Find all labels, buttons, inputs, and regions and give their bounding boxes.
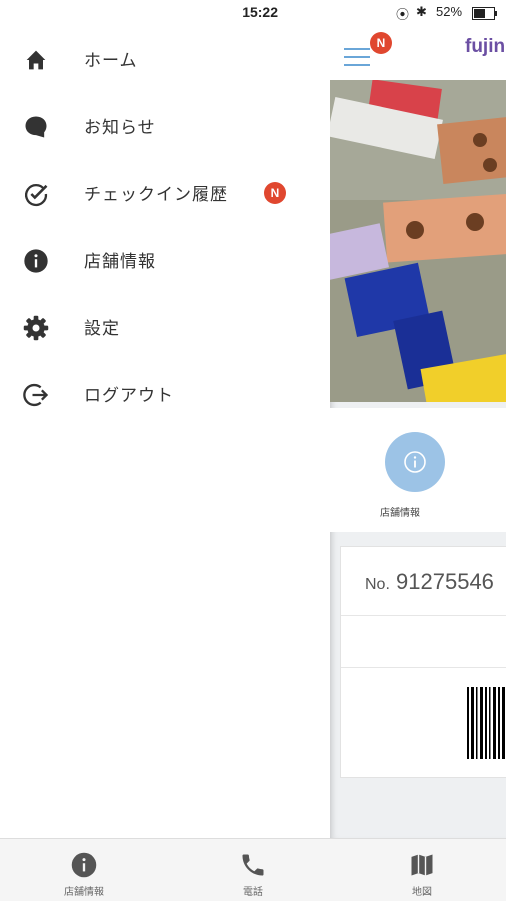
menu-item-home[interactable]: ホーム xyxy=(0,30,330,86)
status-time: 15:22 xyxy=(242,4,278,20)
check-circle-icon xyxy=(25,183,48,207)
menu-button[interactable] xyxy=(344,48,370,66)
bluetooth-icon: ✱ xyxy=(416,4,427,19)
brand-logo: fujin xyxy=(465,36,506,57)
main-content-peek: ⦿ ✱ 52% N fujin 店舗情報 No. 91275546 xyxy=(330,0,506,838)
menu-item-checkin-history[interactable]: チェックイン履歴 N xyxy=(0,164,330,220)
number-prefix: No. xyxy=(365,576,390,593)
member-card: No. 91275546 xyxy=(340,546,506,778)
info-icon xyxy=(71,852,97,878)
chat-bubble-icon xyxy=(25,116,47,138)
tab-label: 店舗情報 xyxy=(64,887,104,898)
divider xyxy=(341,615,506,616)
member-number: No. 91275546 xyxy=(365,569,494,595)
tab-store-info[interactable]: 店舗情報 xyxy=(0,839,168,901)
gear-icon xyxy=(23,315,49,341)
menu-item-label: チェックイン履歴 xyxy=(84,185,228,205)
phone-icon xyxy=(242,854,264,876)
menu-item-settings[interactable]: 設定 xyxy=(0,298,330,354)
shortcut-panel: 店舗情報 xyxy=(330,408,506,532)
info-icon xyxy=(24,249,48,273)
menu-new-badge: N xyxy=(370,32,392,54)
menu-item-store-info[interactable]: 店舗情報 xyxy=(0,231,330,287)
menu-item-label: ログアウト xyxy=(84,386,174,406)
divider xyxy=(341,667,506,668)
tab-label: 地図 xyxy=(412,887,432,898)
info-icon xyxy=(404,451,426,473)
status-bar: 15:22 xyxy=(0,0,330,30)
logout-icon xyxy=(23,383,49,407)
home-icon xyxy=(26,50,46,70)
menu-item-label: 店舗情報 xyxy=(84,252,156,272)
bottom-tab-bar: 店舗情報 電話 地図 xyxy=(0,838,506,901)
number-value: 91275546 xyxy=(396,569,494,594)
tab-phone[interactable]: 電話 xyxy=(169,839,337,901)
store-info-button[interactable] xyxy=(385,432,445,492)
navigation-drawer: 15:22 ホーム お知らせ チェックイン履歴 N 店舗情報 設定 ログアウト xyxy=(0,0,330,838)
hero-photo xyxy=(330,80,506,402)
alarm-icon: ⦿ xyxy=(396,7,410,22)
hero-image xyxy=(330,80,506,402)
battery-percent: 52% xyxy=(436,4,463,19)
tab-map[interactable]: 地図 xyxy=(338,839,506,901)
menu-item-label: お知らせ xyxy=(84,118,156,138)
status-bar: ⦿ ✱ 52% xyxy=(330,0,506,28)
store-info-label: 店舗情報 xyxy=(380,508,420,519)
menu-item-news[interactable]: お知らせ xyxy=(0,97,330,153)
app-header: N fujin xyxy=(330,28,506,80)
menu-item-logout[interactable]: ログアウト xyxy=(0,365,330,421)
tab-label: 電話 xyxy=(243,887,263,898)
map-icon xyxy=(411,854,433,876)
menu-item-label: 設定 xyxy=(84,319,120,339)
menu-item-label: ホーム xyxy=(84,51,138,71)
barcode xyxy=(467,687,505,759)
battery-icon xyxy=(472,7,497,20)
new-badge: N xyxy=(264,182,286,204)
